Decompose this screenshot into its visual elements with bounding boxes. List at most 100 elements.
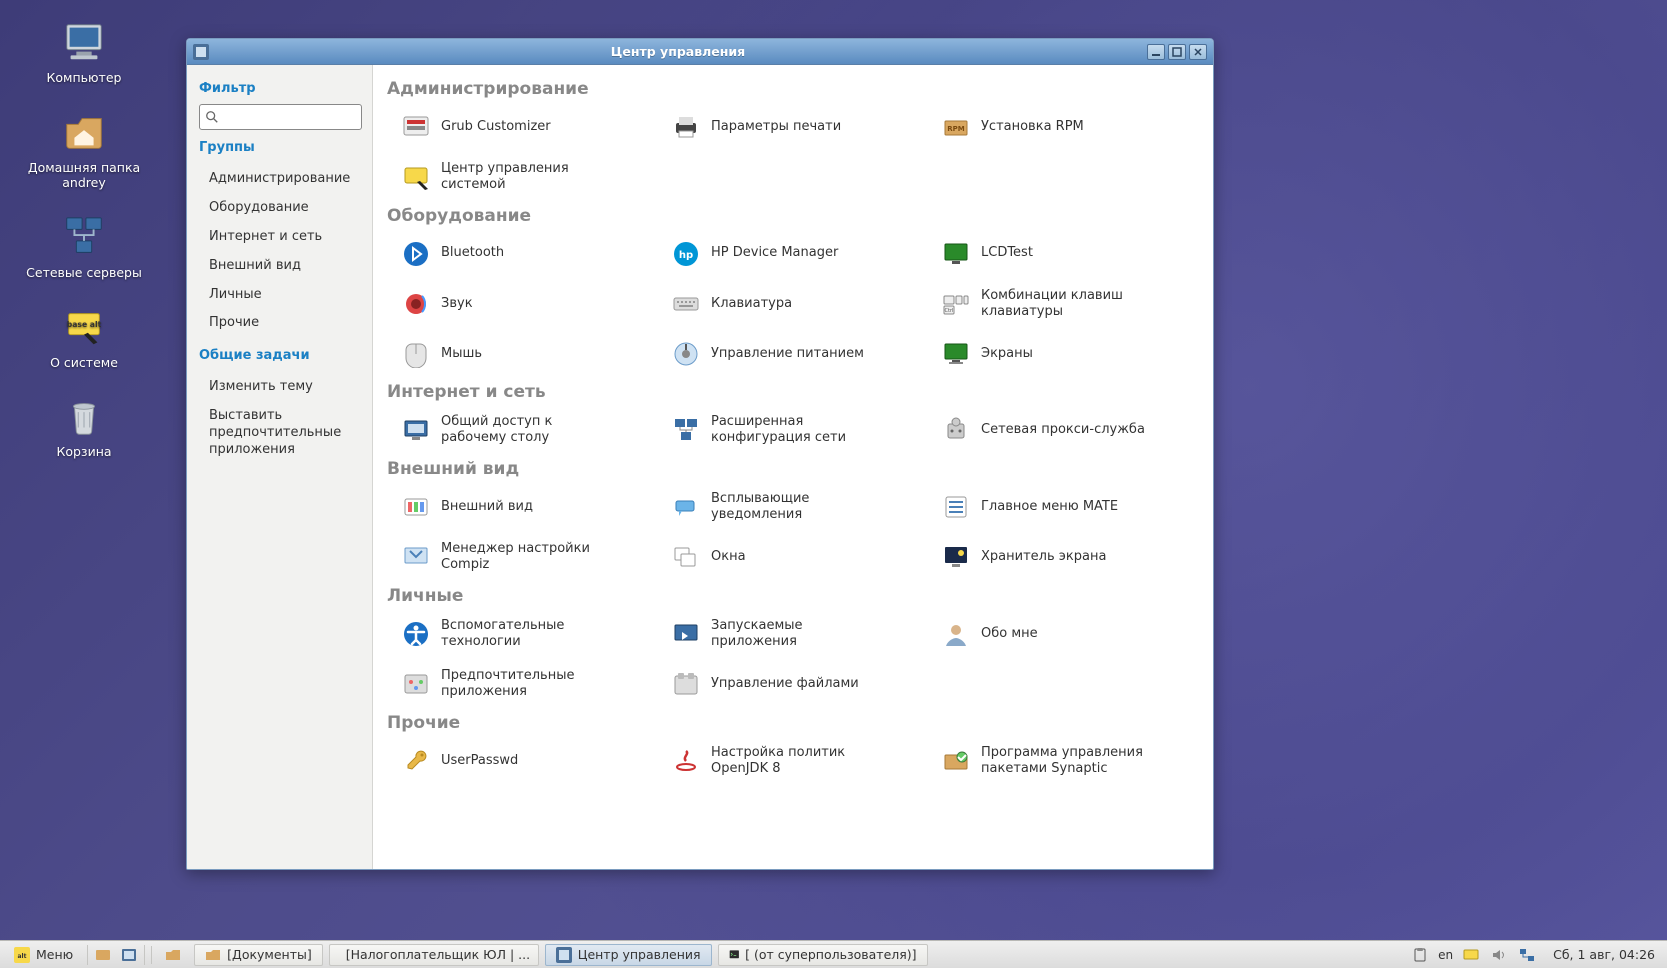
- task-list: Изменить тему Выставить предпочтительные…: [199, 373, 362, 465]
- content-area[interactable]: АдминистрированиеGrub CustomizerПараметр…: [373, 65, 1213, 869]
- desktop-icon-computer[interactable]: Компьютер: [24, 18, 144, 86]
- tile-label: Сетевая прокси-служба: [981, 422, 1145, 438]
- titlebar[interactable]: Центр управления: [187, 39, 1213, 65]
- tile-desktop-sharing[interactable]: Общий доступ к рабочему столу: [401, 410, 663, 451]
- tile-label: Менеджер настройки Compiz: [441, 541, 621, 574]
- tile-preferred-apps[interactable]: Предпочтительные приложения: [401, 664, 663, 705]
- desktop-icon-about[interactable]: base alt О системе: [24, 303, 144, 371]
- tile-proxy[interactable]: Сетевая прокси-служба: [941, 410, 1203, 451]
- ql-file-manager[interactable]: [118, 945, 140, 965]
- close-button[interactable]: [1189, 44, 1207, 60]
- start-menu-button[interactable]: alt Меню: [6, 945, 81, 965]
- files-icon: [671, 669, 701, 699]
- tile-label: Настройка политик OpenJDK 8: [711, 745, 891, 778]
- tile-label: Управление файлами: [711, 676, 859, 692]
- tile-compiz[interactable]: Менеджер настройки Compiz: [401, 537, 663, 578]
- tile-synaptic[interactable]: Программа управления пакетами Synaptic: [941, 741, 1203, 782]
- group-item-hardware[interactable]: Оборудование: [199, 194, 362, 223]
- taskbar-task-root-terminal[interactable]: [ (от суперпользователя)]: [718, 944, 928, 966]
- group-item-personal[interactable]: Личные: [199, 281, 362, 310]
- tile-mate-main-menu[interactable]: Главное меню MATE: [941, 487, 1203, 528]
- basealt-menu-icon: alt: [14, 947, 30, 963]
- windows-icon: [671, 542, 701, 572]
- window-title: Центр управления: [217, 44, 1139, 59]
- saver-icon: [941, 542, 971, 572]
- tile-label: Главное меню MATE: [981, 499, 1118, 515]
- category-grid: Grub Customizer Параметры печати Установка…: [383, 107, 1203, 198]
- tile-power-mgmt[interactable]: Управление питанием: [671, 334, 933, 374]
- desktop-icon-network[interactable]: Сетевые серверы: [24, 213, 144, 281]
- tile-openjdk[interactable]: Настройка политик OpenJDK 8: [671, 741, 933, 782]
- tile-screens[interactable]: Экраны: [941, 334, 1203, 374]
- filter-input[interactable]: [199, 104, 362, 130]
- tile-label: Параметры печати: [711, 119, 841, 135]
- tile-hp-device-manager[interactable]: HP Device Manager: [671, 234, 933, 274]
- category-grid: Внешний видВсплывающие уведомления Главно…: [383, 487, 1203, 578]
- tile-print-params[interactable]: Параметры печати: [671, 107, 933, 147]
- tile-userpasswd[interactable]: UserPasswd: [401, 741, 663, 782]
- tile-label: Общий доступ к рабочему столу: [441, 414, 621, 447]
- desktop-icon-home[interactable]: Домашняя папка andrey: [24, 108, 144, 191]
- compiz-icon: [401, 542, 431, 572]
- category-grid: Общий доступ к рабочему столу Расширенная…: [383, 410, 1203, 451]
- category-grid: BluetoothHP Device ManagerLCDTest ЗвукКла…: [383, 234, 1203, 375]
- task-label: [Налогоплательщик ЮЛ | ...: [346, 947, 530, 962]
- tray-volume-icon[interactable]: [1489, 945, 1509, 965]
- tile-bluetooth[interactable]: Bluetooth: [401, 234, 663, 274]
- tile-popups[interactable]: Всплывающие уведомления: [671, 487, 933, 528]
- minimize-button[interactable]: [1147, 44, 1165, 60]
- network-icon: [60, 213, 108, 261]
- taskbar-clock[interactable]: Сб, 1 авг, 04:26: [1547, 947, 1661, 962]
- ql-show-desktop[interactable]: [92, 945, 114, 965]
- folder-icon: [205, 947, 221, 963]
- startup-icon: [671, 619, 701, 649]
- tray-keyboard-layout[interactable]: en: [1438, 945, 1453, 965]
- tray-display-icon[interactable]: [1461, 945, 1481, 965]
- tile-keyboard-shortcuts[interactable]: Комбинации клавиш клавиатуры: [941, 284, 1203, 325]
- task-change-theme[interactable]: Изменить тему: [199, 373, 362, 402]
- taskbar-task-control-center[interactable]: Центр управления: [545, 944, 712, 966]
- tile-sound[interactable]: Звук: [401, 284, 663, 325]
- tile-keyboard[interactable]: Клавиатура: [671, 284, 933, 325]
- ql-folder-icon[interactable]: [162, 945, 184, 965]
- tile-label: Экраны: [981, 346, 1033, 362]
- tile-startup-apps[interactable]: Запускаемые приложения: [671, 614, 933, 655]
- group-item-network[interactable]: Интернет и сеть: [199, 223, 362, 252]
- tile-mouse[interactable]: Мышь: [401, 334, 663, 374]
- desktop-icon-label: Сетевые серверы: [26, 265, 142, 281]
- category-grid: UserPasswd Настройка политик OpenJDK 8 Про…: [383, 741, 1203, 782]
- lcd-icon: [941, 239, 971, 269]
- group-item-other[interactable]: Прочие: [199, 309, 362, 338]
- tray-clipboard-icon[interactable]: [1410, 945, 1430, 965]
- groups-title: Группы: [199, 140, 362, 155]
- tasks-title: Общие задачи: [199, 348, 362, 363]
- desktop-icon-label: Компьютер: [47, 70, 122, 86]
- tile-rpm-install[interactable]: Установка RPM: [941, 107, 1203, 147]
- tile-a11y[interactable]: Вспомогательные технологии: [401, 614, 663, 655]
- group-item-appearance[interactable]: Внешний вид: [199, 252, 362, 281]
- group-item-admin[interactable]: Администрирование: [199, 165, 362, 194]
- tile-file-mgmt[interactable]: Управление файлами: [671, 664, 933, 705]
- taskbar-task-documents[interactable]: [Документы]: [194, 944, 323, 966]
- category-admin: АдминистрированиеGrub CustomizerПараметр…: [373, 75, 1213, 202]
- tray-network-icon[interactable]: [1517, 945, 1537, 965]
- proxy-icon: [941, 415, 971, 445]
- tile-label: Программа управления пакетами Synaptic: [981, 745, 1161, 778]
- tile-about-me[interactable]: Обо мне: [941, 614, 1203, 655]
- tile-grub-customizer[interactable]: Grub Customizer: [401, 107, 663, 147]
- tile-windows[interactable]: Окна: [671, 537, 933, 578]
- tile-advanced-network[interactable]: Расширенная конфигурация сети: [671, 410, 933, 451]
- task-preferred-apps[interactable]: Выставить предпочтительные приложения: [199, 402, 362, 465]
- tile-system-control-center[interactable]: Центр управления системой: [401, 157, 663, 198]
- tile-label: Хранитель экрана: [981, 549, 1106, 565]
- tile-appearance[interactable]: Внешний вид: [401, 487, 663, 528]
- tile-lcdtest[interactable]: LCDTest: [941, 234, 1203, 274]
- tile-screensaver[interactable]: Хранитель экрана: [941, 537, 1203, 578]
- printer-icon: [671, 112, 701, 142]
- menu-icon: [941, 492, 971, 522]
- notify-icon: [671, 492, 701, 522]
- task-label: [ (от суперпользователя)]: [745, 947, 916, 962]
- maximize-button[interactable]: [1168, 44, 1186, 60]
- taskbar-task-firefox[interactable]: [Налогоплательщик ЮЛ | ...: [329, 944, 539, 966]
- desktop-icon-trash[interactable]: Корзина: [24, 392, 144, 460]
